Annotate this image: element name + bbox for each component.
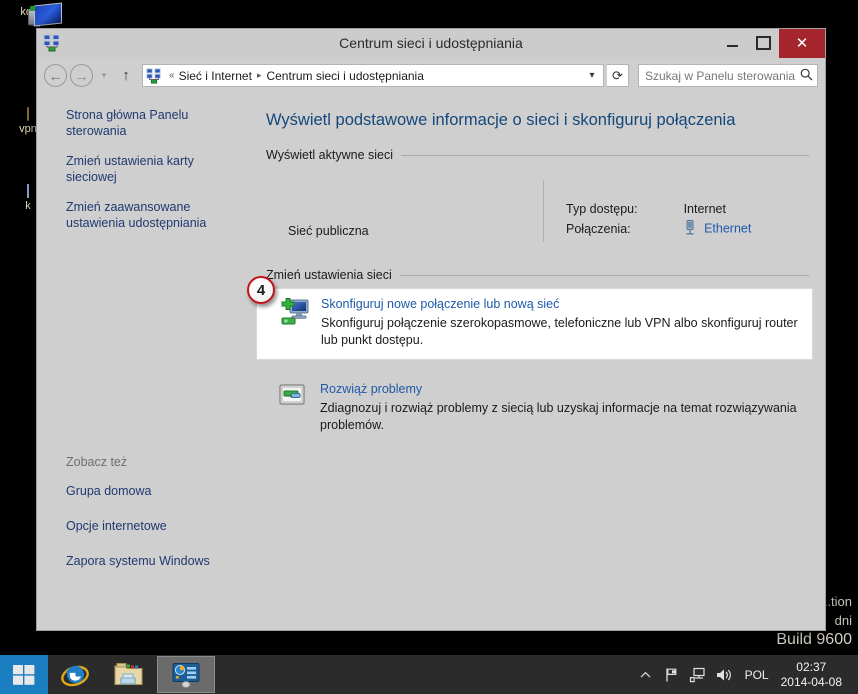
- network-name: Sieć publiczna: [288, 224, 369, 238]
- task-title-link[interactable]: Skonfiguruj nowe połączenie lub nową sie…: [321, 297, 802, 311]
- active-networks-panel: Sieć publiczna Typ dostępu: Internet Poł…: [266, 164, 809, 256]
- change-settings-group-header: Zmień ustawienia sieci: [266, 268, 809, 282]
- network-icon: [146, 67, 162, 84]
- search-placeholder: Szukaj w Panelu sterowania: [645, 68, 796, 83]
- maximize-button[interactable]: [748, 29, 779, 58]
- active-networks-group-header: Wyświetl aktywne sieci: [266, 148, 809, 162]
- see-also-section: Zobacz też Grupa domowa Opcje internetow…: [66, 455, 234, 620]
- divider: [401, 154, 809, 156]
- refresh-button[interactable]: ⟳: [607, 64, 629, 87]
- back-button[interactable]: ←: [44, 64, 67, 87]
- change-settings-section: Zmień ustawienia sieci Skonfiguruj nowe …: [256, 268, 813, 444]
- recent-locations-icon[interactable]: ▾: [96, 64, 112, 87]
- close-button[interactable]: ✕: [779, 28, 825, 58]
- breadcrumb-item-siec-i-internet[interactable]: Sieć i Internet: [179, 69, 252, 83]
- task-description: Skonfiguruj połączenie szerokopasmowe, t…: [321, 316, 798, 347]
- task-setup-new-connection[interactable]: Skonfiguruj nowe połączenie lub nową sie…: [256, 288, 813, 360]
- taskbar-internet-explorer[interactable]: [48, 655, 102, 694]
- clock-time: 02:37: [796, 659, 827, 674]
- sidebar-item-control-panel-home[interactable]: Strona główna Panelu sterowania: [66, 107, 231, 139]
- up-button[interactable]: ↑: [115, 64, 137, 87]
- ethernet-link[interactable]: Ethernet: [704, 221, 751, 235]
- internet-explorer-icon: [61, 665, 89, 686]
- taskbar-control-panel[interactable]: [157, 656, 215, 693]
- sidebar[interactable]: Strona główna Panelu sterowania Zmień us…: [37, 93, 244, 630]
- forward-button[interactable]: →: [70, 64, 93, 87]
- control-panel-icon: [172, 662, 200, 688]
- main-content: Wyświetl podstawowe informacje o sieci i…: [244, 93, 825, 630]
- window-titlebar[interactable]: Centrum sieci i udostępniania ✕: [37, 28, 825, 58]
- ethernet-icon: [684, 220, 696, 238]
- connections-label: Połączenia:: [566, 222, 631, 236]
- minimize-button[interactable]: [717, 29, 748, 58]
- show-hidden-icons-button[interactable]: [633, 655, 659, 694]
- new-connection-icon: [279, 298, 311, 328]
- breadcrumb-overflow[interactable]: «: [165, 70, 179, 81]
- access-type-label: Typ dostępu:: [566, 202, 638, 216]
- sidebar-item-change-adapter-settings[interactable]: Zmień ustawienia karty sieciowej: [66, 153, 231, 185]
- system-tray[interactable]: POL 02:37 2014-04-08: [633, 655, 858, 694]
- task-text: Rozwiąż problemy Zdiagnozuj i rozwiąż pr…: [320, 382, 799, 434]
- windows-logo-icon: [13, 664, 35, 685]
- chevron-right-icon: ▸: [256, 70, 262, 80]
- taskbar-file-explorer[interactable]: [102, 655, 156, 694]
- action-center-icon[interactable]: [659, 655, 685, 694]
- file-explorer-icon: [114, 662, 143, 685]
- desktop-icon-label: vpn: [19, 123, 37, 135]
- task-troubleshoot-problems[interactable]: Rozwiąż problemy Zdiagnozuj i rozwiąż pr…: [266, 374, 809, 444]
- clock[interactable]: 02:37 2014-04-08: [779, 660, 852, 690]
- watermark-build: Build 9600: [776, 631, 852, 648]
- change-settings-group-title: Zmień ustawienia sieci: [266, 268, 392, 282]
- window-body: Strona główna Panelu sterowania Zmień us…: [37, 93, 825, 630]
- sidebar-item-homegroup[interactable]: Grupa domowa: [66, 483, 231, 499]
- volume-icon[interactable]: [711, 655, 737, 694]
- see-also-title: Zobacz też: [66, 455, 128, 469]
- start-button[interactable]: [0, 655, 48, 694]
- window-title: Centrum sieci i udostępniania: [339, 35, 523, 51]
- active-networks-group-title: Wyświetl aktywne sieci: [266, 148, 394, 162]
- task-title-link[interactable]: Rozwiąż problemy: [320, 382, 799, 396]
- taskbar[interactable]: POL 02:37 2014-04-08: [0, 655, 858, 694]
- breadcrumb[interactable]: « Sieć i Internet ▸ Centrum sieci i udos…: [142, 64, 604, 87]
- sidebar-item-internet-options[interactable]: Opcje internetowe: [66, 518, 231, 534]
- divider: [399, 274, 809, 276]
- window-controls[interactable]: ✕: [717, 28, 825, 58]
- clock-date: 2014-04-08: [780, 674, 842, 689]
- connections-cell[interactable]: Ethernet: [684, 220, 751, 242]
- sidebar-item-windows-firewall[interactable]: Zapora systemu Windows: [66, 553, 231, 569]
- search-input[interactable]: Szukaj w Panelu sterowania: [638, 64, 818, 87]
- network-icon: [43, 34, 61, 52]
- control-panel-window[interactable]: Centrum sieci i udostępniania ✕ ← → ▾ ↑: [36, 28, 826, 631]
- address-toolbar[interactable]: ← → ▾ ↑ « Sieć i Internet ▸ Centrum siec…: [37, 58, 825, 93]
- table-row: Połączenia: Ethernet: [566, 220, 751, 242]
- chevron-down-icon[interactable]: ▾: [583, 70, 601, 81]
- sidebar-item-change-advanced-sharing[interactable]: Zmień zaawansowane ustawienia udostępnia…: [66, 199, 231, 231]
- desktop-icon-label: k: [25, 200, 31, 212]
- callout-badge-4: 4: [247, 276, 275, 304]
- desktop-icon-komputer[interactable]: kor: [0, 2, 62, 28]
- troubleshoot-icon: [278, 383, 310, 413]
- network-name-cell[interactable]: Sieć publiczna: [266, 178, 543, 242]
- network-tray-icon[interactable]: [685, 655, 711, 694]
- breadcrumb-item-centrum-sieci[interactable]: Centrum sieci i udostępniania: [266, 69, 423, 83]
- table-row: Typ dostępu: Internet: [566, 202, 751, 220]
- page-title: Wyświetl podstawowe informacje o sieci i…: [266, 111, 736, 129]
- search-icon: [800, 68, 813, 84]
- task-description: Zdiagnozuj i rozwiąż problemy z siecią l…: [320, 401, 797, 432]
- access-type-value: Internet: [683, 202, 726, 216]
- language-indicator[interactable]: POL: [737, 668, 779, 682]
- network-details: Typ dostępu: Internet Połączenia: Ethern…: [544, 178, 751, 242]
- task-text: Skonfiguruj nowe połączenie lub nową sie…: [321, 297, 802, 349]
